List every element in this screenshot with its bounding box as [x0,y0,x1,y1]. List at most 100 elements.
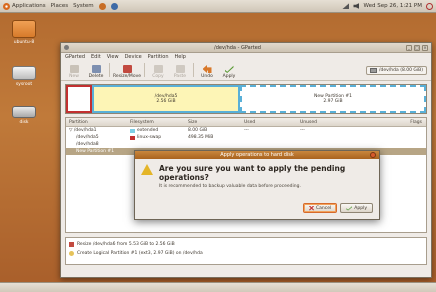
new-label: New [69,74,79,79]
applications-menu-label: Applications [12,3,46,9]
column-partition[interactable]: Partition [66,120,130,125]
dialog-close-button[interactable] [370,152,376,158]
table-row[interactable]: /dev/hda5 linux-swap 498.35 MiB [66,134,426,141]
panel-tray: Wed Sep 26, 1:21 PM [342,2,433,10]
desktop-icon-label: ubuntu-8 [13,40,35,45]
delete-button[interactable]: Delete [87,65,105,79]
desktop-icon-sysroot[interactable]: sysroot [8,62,40,87]
places-menu[interactable]: Places [51,3,69,9]
column-unused[interactable]: Unused [300,120,382,125]
cell-filesystem: extended [130,128,188,133]
dialog-body: Are you sure you want to apply the pendi… [135,159,379,189]
menubar: GParted Edit View Device Partition Help [61,53,431,61]
list-item[interactable]: Create Logical Partition #1 (ext3, 2.97 … [69,249,423,258]
copy-icon [153,65,163,73]
desktop-icon-disk[interactable]: disk [8,100,40,125]
folder-icon [12,20,36,38]
toolbar: New Delete Resize/Move Copy Paste Undo A… [61,61,431,81]
toolbar-separator [193,63,194,77]
cancel-icon [309,205,315,211]
disk-segment-swap[interactable] [66,85,92,113]
menu-device[interactable]: Device [125,54,142,60]
cell-used: --- [244,128,249,133]
window-titlebar[interactable]: /dev/hda - GParted _ □ × [61,43,431,53]
volume-icon[interactable] [353,3,360,9]
ubuntu-logo-icon [3,2,10,10]
desktop-icon-label: sysroot [15,82,33,87]
close-button[interactable]: × [422,44,428,51]
menu-view[interactable]: View [107,54,119,60]
paste-button[interactable]: Paste [171,65,189,79]
cell-partition: ▽ /dev/hda1 [69,128,97,133]
cell-partition: New Partition #1 [76,149,115,154]
bottom-panel [0,282,436,292]
menu-partition[interactable]: Partition [148,54,169,60]
menu-help[interactable]: Help [175,54,186,60]
copy-label: Copy [152,74,164,79]
new-button[interactable]: New [65,65,83,79]
warning-icon [141,164,153,175]
desktop-icon-ubuntu[interactable]: ubuntu-8 [8,20,40,45]
menu-gparted[interactable]: GParted [65,54,85,60]
device-select[interactable]: /dev/hda (8.00 GiB) [365,65,427,75]
power-icon[interactable] [426,2,433,10]
menu-edit[interactable]: Edit [91,54,101,60]
cell-size: 498.35 MiB [188,135,214,140]
dialog-advice: It is recommended to backup valuable dat… [159,184,301,189]
check-icon [346,206,353,211]
resize-icon [122,65,132,73]
table-row[interactable]: /dev/hda8 [66,141,426,148]
disk-segment-hda6[interactable]: /dev/hda5 2.56 GiB [92,85,240,113]
dialog-buttons: Cancel Apply [303,203,373,213]
cell-filesystem-label: extended [137,128,159,133]
list-item[interactable]: Resize /dev/hda6 from 5.53 GiB to 2.56 G… [69,240,423,249]
cancel-button[interactable]: Cancel [303,203,338,213]
applications-menu[interactable]: Applications [3,2,46,10]
toolbar-separator [144,63,145,77]
undo-icon [202,65,212,73]
disk-segment-new[interactable]: New Partition #1 2.97 GiB [240,85,426,113]
filesystem-swatch [130,128,135,133]
window-controls: _ □ × [406,44,428,51]
network-icon[interactable] [342,3,350,9]
cell-partition: /dev/hda8 [76,142,99,147]
dialog-titlebar[interactable]: Apply operations to hard disk [135,151,379,159]
segment-size: 2.56 GiB [156,99,176,104]
top-panel: Applications Places System Wed Sep 26, 1… [0,0,436,13]
undo-label: Undo [201,74,213,79]
column-flags[interactable]: Flags [382,120,426,125]
confirm-apply-button[interactable]: Apply [340,203,373,213]
cell-filesystem: linux-swap [130,135,188,140]
disk-graphic: /dev/hda5 2.56 GiB New Partition #1 2.97… [65,84,427,114]
minimize-button[interactable]: _ [406,44,412,51]
apply-dialog: Apply operations to hard disk Are you su… [134,150,380,220]
firefox-launcher-icon[interactable] [98,2,106,10]
help-launcher-icon[interactable] [110,2,118,10]
cell-unused: --- [300,128,305,133]
undo-button[interactable]: Undo [198,65,216,79]
apply-button[interactable]: Apply [220,65,238,79]
table-row[interactable]: ▽ /dev/hda1 extended 8.00 GiB --- --- [66,127,426,134]
resize-move-button[interactable]: Resize/Move [113,65,142,79]
window-title: /dev/hda - GParted [214,44,261,51]
resize-label: Resize/Move [113,74,142,79]
pending-operations: Resize /dev/hda6 from 5.53 GiB to 2.56 G… [65,237,427,265]
drive-icon [12,66,36,80]
clock[interactable]: Wed Sep 26, 1:21 PM [363,3,422,9]
apply-icon [224,65,234,73]
column-filesystem[interactable]: Filesystem [130,120,188,125]
column-size[interactable]: Size [188,120,244,125]
new-icon [69,65,79,73]
paste-label: Paste [173,74,187,79]
column-used[interactable]: Used [244,120,300,125]
copy-button[interactable]: Copy [149,65,167,79]
desktop-icon-label: disk [19,120,29,125]
toolbar-separator [109,63,110,77]
harddisk-icon [369,67,377,73]
system-menu[interactable]: System [73,3,94,9]
panel-menu: Applications Places System [3,2,118,10]
cell-partition: /dev/hda5 [76,135,99,140]
dialog-question: Are you sure you want to apply the pendi… [159,164,346,182]
maximize-button[interactable]: □ [414,44,420,51]
operation-label: Resize /dev/hda6 from 5.53 GiB to 2.56 G… [77,242,175,247]
